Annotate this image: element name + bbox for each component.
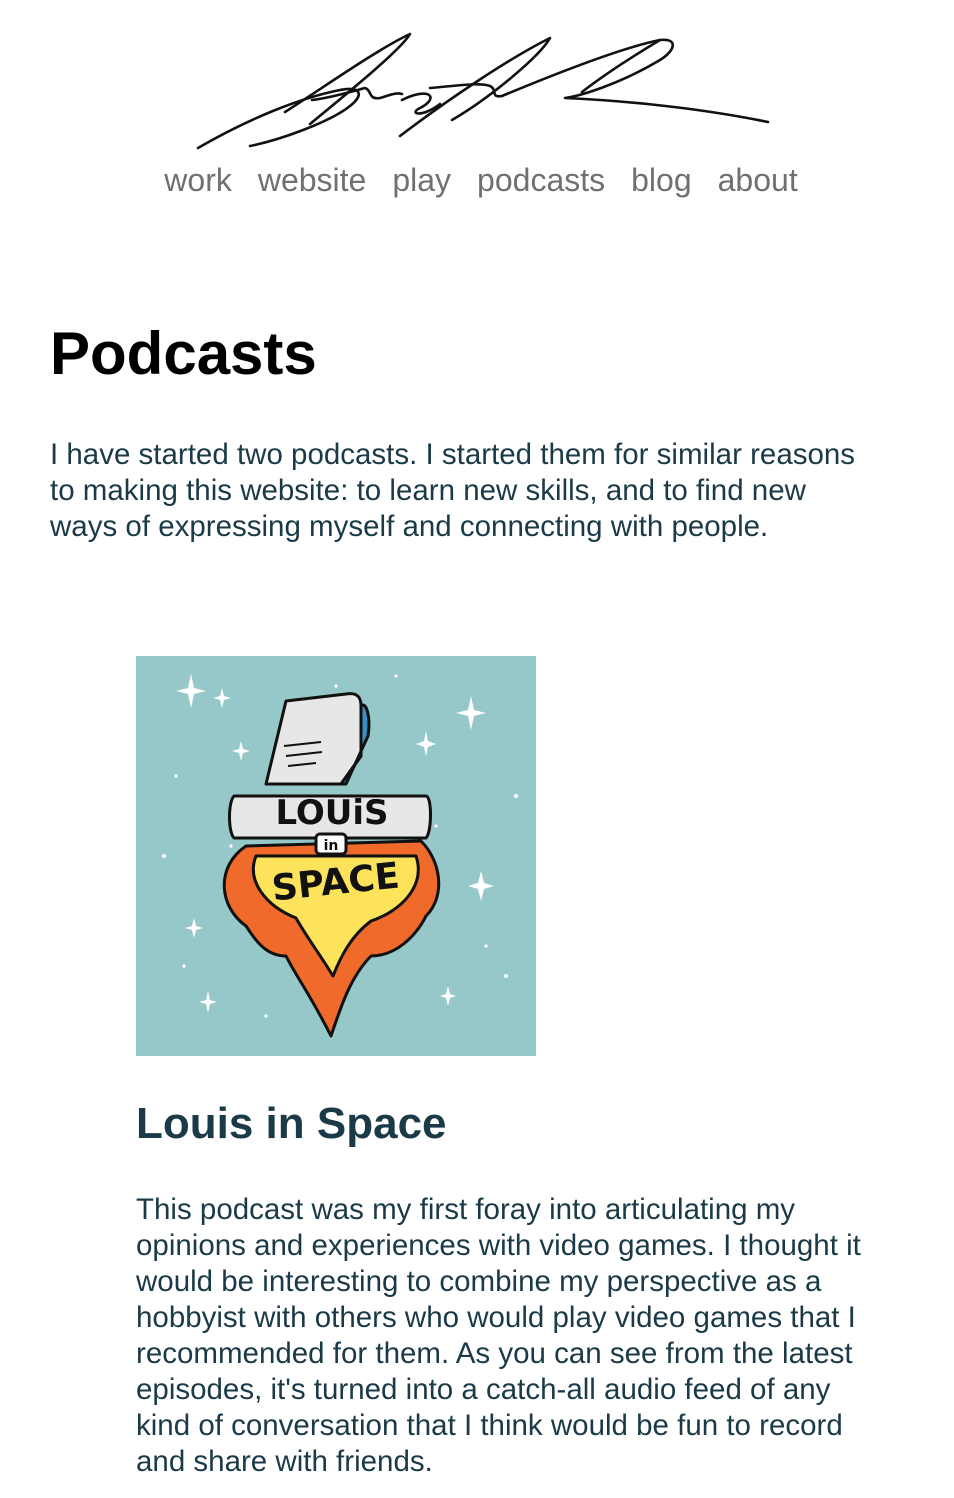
podcast-description: This podcast was my first foray into art… [136, 1193, 861, 1478]
podcast-cover-image[interactable]: LOUiS in SPACE [136, 656, 536, 1056]
nav-link-website[interactable]: website [258, 158, 367, 202]
nav-link-work[interactable]: work [164, 158, 232, 202]
cover-logo-text: LOUiS [275, 793, 388, 833]
intro-paragraph: I have started two podcasts. I started t… [50, 438, 856, 543]
signature-logo[interactable] [190, 28, 780, 156]
main-nav: work website play podcasts blog about [0, 158, 954, 202]
podcast-entry: LOUiS in SPACE Louis in Space This podca… [136, 656, 886, 1480]
page-title: Podcasts [50, 320, 317, 387]
podcast-title: Louis in Space [136, 1099, 447, 1148]
nav-link-podcasts[interactable]: podcasts [477, 158, 605, 202]
cover-logo-in: in [324, 838, 339, 854]
site-header: work website play podcasts blog about [0, 0, 954, 210]
nav-link-play[interactable]: play [392, 158, 451, 202]
nav-link-about[interactable]: about [718, 158, 798, 202]
nav-link-blog[interactable]: blog [631, 158, 692, 202]
